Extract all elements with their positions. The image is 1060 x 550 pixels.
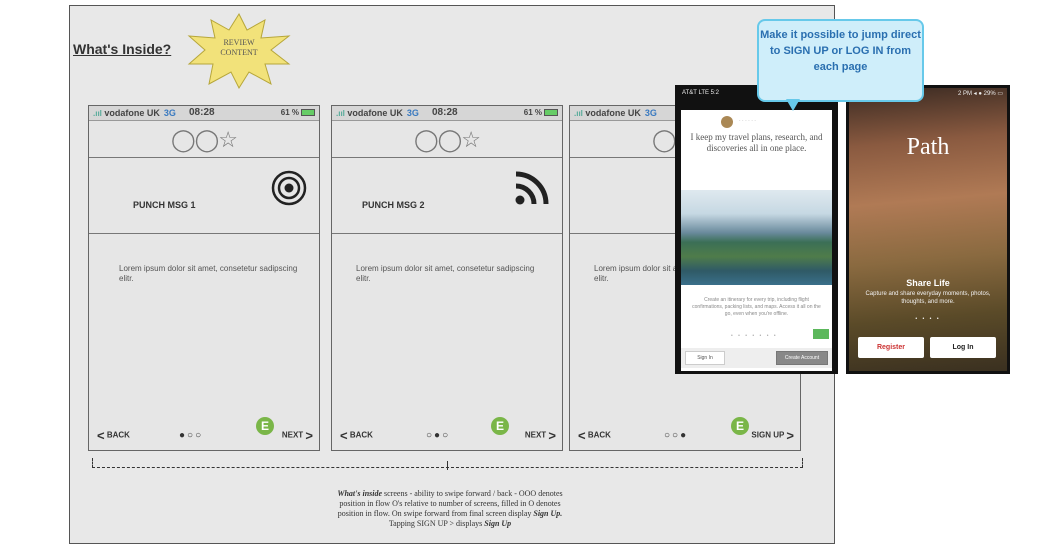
review-content-label: REVIEW CONTENT xyxy=(220,38,258,57)
sign-up-label: SIGN UP xyxy=(751,430,785,440)
caption-line-2: position in flow O's relative to number … xyxy=(339,499,561,508)
pager-dots: • • • • • • • xyxy=(731,333,778,339)
chevron-right-icon: > xyxy=(786,428,794,443)
battery-icon xyxy=(301,109,315,117)
evernote-badge-icon: E xyxy=(256,417,274,435)
position-icons: ◯◯☆ xyxy=(89,121,319,158)
status-bar: .ııl vodafone UK 3G 08:28 61 % xyxy=(89,106,319,121)
pager-dots: • • • • xyxy=(915,316,941,322)
back-label: BACK xyxy=(106,430,130,440)
chevron-right-icon: > xyxy=(305,428,313,443)
time-label: 08:28 xyxy=(432,107,458,118)
position-icons: ◯◯☆ xyxy=(332,121,562,158)
flag-icon xyxy=(813,329,829,339)
flow-caption: What's inside screens - ability to swipe… xyxy=(300,489,600,529)
punch-message: PUNCH MSG 2 xyxy=(362,200,425,210)
caption-sign-up-em-2: Sign Up xyxy=(484,519,512,528)
back-button[interactable]: < BACK xyxy=(578,428,611,443)
reference-app-screenshot-2: 2 PM ◂ ● 29% ▭ Path Share Life Capture a… xyxy=(846,85,1010,374)
back-label: BACK xyxy=(587,430,611,440)
battery-label: 61 % xyxy=(523,108,542,117)
carrier-label: vodafone UK xyxy=(585,108,641,118)
create-account-button[interactable]: Create Account xyxy=(776,351,828,365)
quote-panel: · · · · · · I keep my travel plans, rese… xyxy=(681,110,832,190)
page-title: What's Inside? xyxy=(73,41,172,57)
battery-icon xyxy=(544,109,558,117)
time-label: 08:28 xyxy=(189,107,215,118)
caption-term: What's inside xyxy=(337,489,383,498)
caption-line-3: position in flow. On swipe forward from … xyxy=(337,509,534,518)
target-icon xyxy=(271,170,307,206)
screen-footer: < BACK ○○● E SIGN UP > xyxy=(570,417,800,450)
path-logo: Path xyxy=(906,134,950,160)
network-label: 3G xyxy=(406,108,419,118)
caption-sign-up-em: Sign Up. xyxy=(533,509,563,518)
sign-in-button[interactable]: Sign In xyxy=(685,351,725,365)
chevron-right-icon: > xyxy=(548,428,556,443)
next-label: NEXT xyxy=(524,430,547,440)
carrier-label: vodafone UK xyxy=(104,108,160,118)
network-label: 3G xyxy=(644,108,657,118)
screen-footer: < BACK ●○○ E NEXT > xyxy=(89,417,319,450)
battery-label: 61 % xyxy=(280,108,299,117)
review-content-badge: REVIEW CONTENT xyxy=(185,12,293,90)
punch-panel: PUNCH MSG 1 xyxy=(89,158,319,234)
description-text: Create an itinerary for every trip, incl… xyxy=(692,297,821,317)
back-button[interactable]: < BACK xyxy=(340,428,373,443)
wireframe-screen-2: .ııl vodafone UK 3G 08:28 61 % ◯◯☆ PUNCH … xyxy=(331,105,563,451)
next-button[interactable]: NEXT > xyxy=(525,428,556,443)
pager-dots: ○○● xyxy=(664,430,689,441)
body-text: Lorem ipsum dolor sit amet, consetetur s… xyxy=(356,264,535,283)
field-photo xyxy=(849,88,1007,371)
status-bar: .ııl vodafone UK 3G 08:28 61 % xyxy=(332,106,562,121)
login-button[interactable]: Log In xyxy=(930,337,996,358)
reference-app-screenshot-1: AT&T LTE 5:2 · · · · · · I keep my trave… xyxy=(675,85,838,374)
landscape-photo xyxy=(681,190,832,285)
pager-dots: ●○○ xyxy=(179,430,204,441)
chevron-left-icon: < xyxy=(578,428,586,443)
headline: Share Life xyxy=(906,278,950,288)
punch-panel: PUNCH MSG 2 xyxy=(332,158,562,234)
screen-footer: < BACK ○●○ E NEXT > xyxy=(332,417,562,450)
annotation-callout: Make it possible to jump direct to SIGN … xyxy=(757,19,924,102)
flow-bracket xyxy=(92,458,803,470)
chevron-left-icon: < xyxy=(97,428,105,443)
caption-line-1: screens - ability to swipe forward / bac… xyxy=(382,489,563,498)
sign-up-button[interactable]: SIGN UP > xyxy=(751,428,794,443)
rss-feed-icon xyxy=(515,171,549,205)
author-name: · · · · · · xyxy=(739,118,756,124)
back-button[interactable]: < BACK xyxy=(97,428,130,443)
subtitle: Capture and share everyday moments, phot… xyxy=(865,291,991,305)
punch-message: PUNCH MSG 1 xyxy=(133,200,196,210)
avatar xyxy=(721,116,733,128)
quote-text: I keep my travel plans, research, and di… xyxy=(690,132,823,153)
button-bar: Sign In Create Account xyxy=(681,348,832,368)
register-button[interactable]: Register xyxy=(858,337,924,358)
wireframe-screen-1: .ııl vodafone UK 3G 08:28 61 % ◯◯☆ PUNCH … xyxy=(88,105,320,451)
evernote-badge-icon: E xyxy=(731,417,749,435)
back-label: BACK xyxy=(349,430,373,440)
next-label: NEXT xyxy=(281,430,304,440)
body-text: Lorem ipsum dolor sit amet, consetetur s… xyxy=(119,264,298,283)
pager-dots: ○●○ xyxy=(426,430,451,441)
network-label: 3G xyxy=(163,108,176,118)
caption-line-4: Tapping SIGN UP > displays xyxy=(388,519,485,528)
carrier-label: vodafone UK xyxy=(347,108,403,118)
next-button[interactable]: NEXT > xyxy=(282,428,313,443)
chevron-left-icon: < xyxy=(340,428,348,443)
callout-tail xyxy=(786,99,800,111)
evernote-badge-icon: E xyxy=(491,417,509,435)
